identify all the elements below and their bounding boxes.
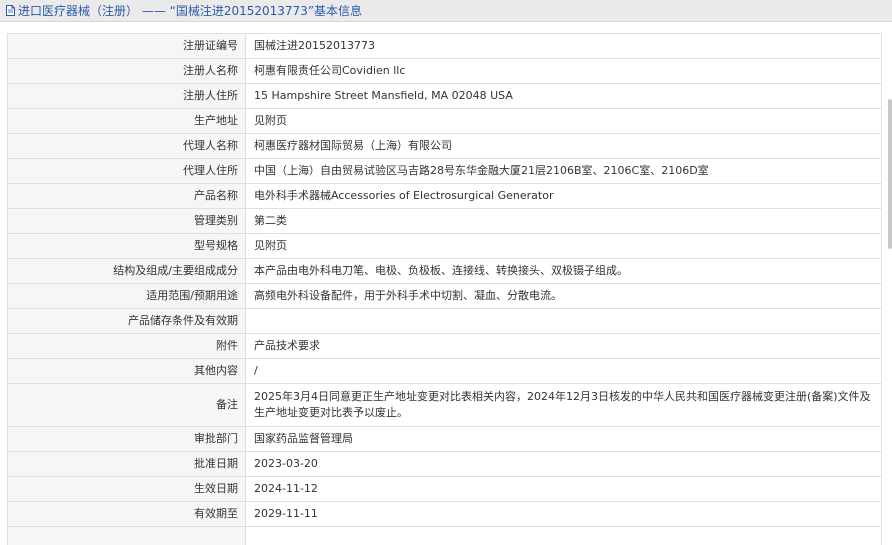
row-value-partial: [245, 526, 882, 545]
row-label-agent-address: 代理人住所: [7, 158, 246, 184]
row-value-storage: [245, 308, 882, 334]
table-row: 型号规格 见附页: [7, 233, 882, 259]
table-row: 注册证编号 国械注进20152013773: [7, 33, 882, 59]
row-label-effective-date: 生效日期: [7, 476, 246, 502]
row-value-management-class: 第二类: [245, 208, 882, 234]
row-value-remarks: 2025年3月4日同意更正生产地址变更对比表相关内容，2024年12月3日核发的…: [245, 383, 882, 427]
table-row: 结构及组成/主要组成成分 本产品由电外科电刀笔、电极、负极板、连接线、转换接头、…: [7, 258, 882, 284]
row-label-intended-use: 适用范围/预期用途: [7, 283, 246, 309]
row-value-production-address: 见附页: [245, 108, 882, 134]
row-label-agent-name: 代理人名称: [7, 133, 246, 159]
row-label-approval-date: 批准日期: [7, 451, 246, 477]
table-row: 其他内容 /: [7, 358, 882, 384]
document-icon: [6, 5, 15, 16]
table-row: [7, 526, 882, 545]
row-label-management-class: 管理类别: [7, 208, 246, 234]
row-value-attachment: 产品技术要求: [245, 333, 882, 359]
table-row: 产品储存条件及有效期: [7, 308, 882, 334]
row-label-product-name: 产品名称: [7, 183, 246, 209]
table-row: 审批部门 国家药品监督管理局: [7, 426, 882, 452]
table-row: 管理类别 第二类: [7, 208, 882, 234]
row-value-agent-address: 中国（上海）自由贸易试验区马吉路28号东华金融大厦21层2106B室、2106C…: [245, 158, 882, 184]
table-row: 适用范围/预期用途 高频电外科设备配件，用于外科手术中切割、凝血、分散电流。: [7, 283, 882, 309]
row-value-other: /: [245, 358, 882, 384]
row-label-other: 其他内容: [7, 358, 246, 384]
row-value-registrant-name: 柯惠有限责任公司Covidien llc: [245, 58, 882, 84]
row-label-registrant-name: 注册人名称: [7, 58, 246, 84]
info-table-container: 注册证编号 国械注进20152013773 注册人名称 柯惠有限责任公司Covi…: [7, 33, 882, 545]
table-row: 产品名称 电外科手术器械Accessories of Electrosurgic…: [7, 183, 882, 209]
page: 进口医疗器械（注册） —— “国械注进20152013773”基本信息 注册证编…: [0, 0, 892, 545]
page-title: 进口医疗器械（注册） —— “国械注进20152013773”基本信息: [18, 4, 363, 18]
row-value-valid-until: 2029-11-11: [245, 501, 882, 527]
table-row: 代理人住所 中国（上海）自由贸易试验区马吉路28号东华金融大厦21层2106B室…: [7, 158, 882, 184]
vertical-scrollbar[interactable]: [888, 99, 892, 249]
row-value-agent-name: 柯惠医疗器材国际贸易（上海）有限公司: [245, 133, 882, 159]
table-row: 批准日期 2023-03-20: [7, 451, 882, 477]
row-label-valid-until: 有效期至: [7, 501, 246, 527]
table-row: 生产地址 见附页: [7, 108, 882, 134]
row-label-attachment: 附件: [7, 333, 246, 359]
row-label-production-address: 生产地址: [7, 108, 246, 134]
table-row: 注册人名称 柯惠有限责任公司Covidien llc: [7, 58, 882, 84]
info-table: 注册证编号 国械注进20152013773 注册人名称 柯惠有限责任公司Covi…: [7, 33, 882, 545]
row-value-registrant-address: 15 Hampshire Street Mansfield, MA 02048 …: [245, 83, 882, 109]
table-row: 备注 2025年3月4日同意更正生产地址变更对比表相关内容，2024年12月3日…: [7, 383, 882, 427]
row-value-effective-date: 2024-11-12: [245, 476, 882, 502]
row-label-model-spec: 型号规格: [7, 233, 246, 259]
row-label-partial: [7, 526, 246, 545]
row-value-product-name: 电外科手术器械Accessories of Electrosurgical Ge…: [245, 183, 882, 209]
table-row: 附件 产品技术要求: [7, 333, 882, 359]
table-row: 生效日期 2024-11-12: [7, 476, 882, 502]
row-label-remarks: 备注: [7, 383, 246, 427]
row-value-registration-no: 国械注进20152013773: [245, 33, 882, 59]
table-row: 有效期至 2029-11-11: [7, 501, 882, 527]
row-value-approval-dept: 国家药品监督管理局: [245, 426, 882, 452]
row-label-registrant-address: 注册人住所: [7, 83, 246, 109]
row-value-approval-date: 2023-03-20: [245, 451, 882, 477]
row-value-structure: 本产品由电外科电刀笔、电极、负极板、连接线、转换接头、双极镊子组成。: [245, 258, 882, 284]
row-label-approval-dept: 审批部门: [7, 426, 246, 452]
table-row: 注册人住所 15 Hampshire Street Mansfield, MA …: [7, 83, 882, 109]
title-bar: 进口医疗器械（注册） —— “国械注进20152013773”基本信息: [0, 0, 892, 22]
table-row: 代理人名称 柯惠医疗器材国际贸易（上海）有限公司: [7, 133, 882, 159]
row-label-storage: 产品储存条件及有效期: [7, 308, 246, 334]
row-label-registration-no: 注册证编号: [7, 33, 246, 59]
row-label-structure: 结构及组成/主要组成成分: [7, 258, 246, 284]
row-value-intended-use: 高频电外科设备配件，用于外科手术中切割、凝血、分散电流。: [245, 283, 882, 309]
row-value-model-spec: 见附页: [245, 233, 882, 259]
